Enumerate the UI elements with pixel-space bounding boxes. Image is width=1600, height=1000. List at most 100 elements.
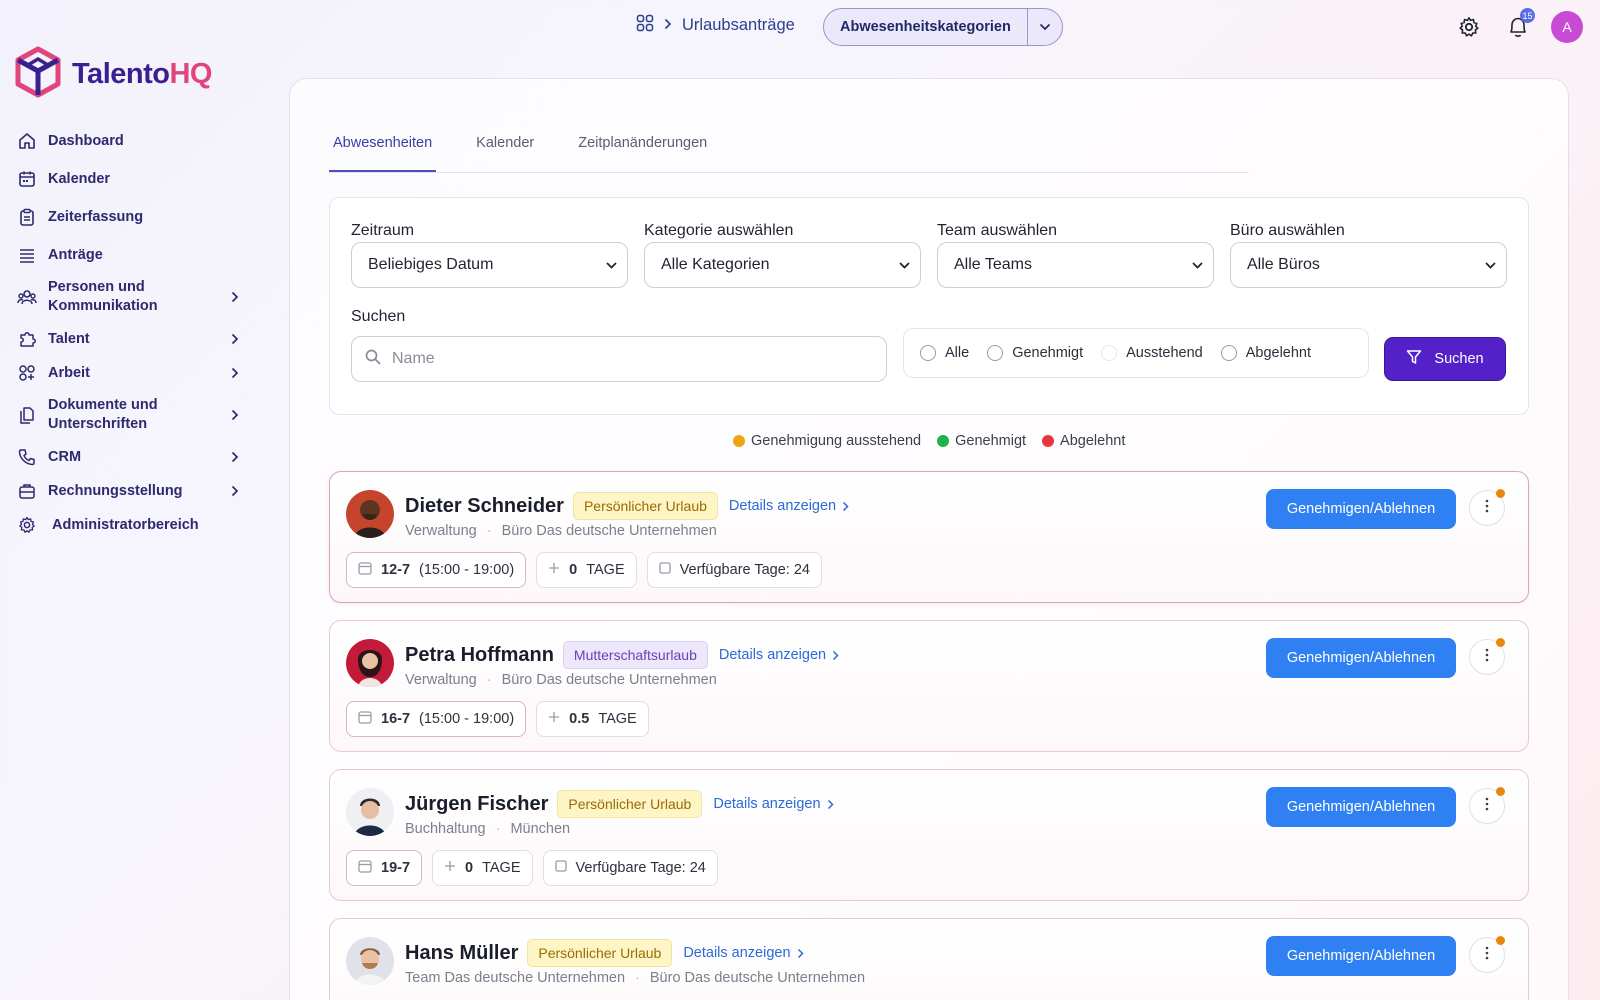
details-link-label: Details anzeigen — [713, 796, 821, 812]
radio-circle[interactable] — [920, 345, 936, 361]
sidebar-item-antraege[interactable]: Anträge — [16, 244, 244, 266]
breadcrumb-current[interactable]: Urlaubsanträge — [682, 16, 795, 35]
request-chips: 16-7 (15:00 - 19:00) 0.5 TAGE — [346, 701, 649, 737]
approve-reject-button[interactable]: Genehmigen/Ablehnen — [1266, 638, 1456, 678]
office-value: Alle Büros — [1247, 256, 1320, 273]
radio-abgelehnt[interactable]: Abgelehnt — [1215, 333, 1317, 373]
request-meta: Verwaltung · Büro Das deutsche Unternehmen — [405, 523, 717, 539]
request-header: Hans Müller Persönlicher Urlaub Details … — [405, 939, 804, 967]
kebab-menu-icon — [1485, 499, 1489, 518]
legend-label: Genehmigt — [955, 433, 1027, 449]
office: München — [510, 821, 571, 837]
absence-type-badge: Mutterschaftsurlaub — [562, 641, 708, 669]
sidebar-item-label: Talent — [48, 330, 90, 347]
breadcrumb: Urlaubsanträge — [636, 14, 795, 37]
time-value: (15:00 - 19:00) — [419, 562, 515, 578]
pending-status-dot — [1496, 936, 1505, 945]
department: Team Das deutsche Unternehmen — [405, 970, 626, 986]
office-select[interactable]: Alle Büros — [1230, 242, 1507, 288]
details-link[interactable]: Details anzeigen — [719, 647, 839, 663]
more-options-button[interactable] — [1469, 787, 1505, 824]
radio-label: Ausstehend — [1126, 345, 1203, 361]
available-days-chip: Verfügbare Tage: 24 — [646, 552, 822, 588]
available-days: Verfügbare Tage: 24 — [575, 860, 706, 876]
search-field[interactable] — [351, 336, 887, 382]
department: Verwaltung — [405, 523, 477, 539]
phone-icon — [16, 446, 38, 468]
avatar — [346, 788, 394, 836]
available-days-chip: Verfügbare Tage: 24 — [542, 850, 718, 886]
days-value: 0 — [569, 562, 578, 578]
absence-type-badge: Persönlicher Urlaub — [527, 939, 673, 967]
sidebar-item-zeiterfassung[interactable]: Zeiterfassung — [16, 206, 244, 228]
puzzle-icon — [16, 328, 38, 350]
more-options-button[interactable] — [1469, 936, 1505, 973]
legend-label: Genehmigung ausstehend — [751, 433, 922, 449]
sidebar-item-dokumente[interactable]: Dokumente und Unterschriften — [16, 396, 244, 434]
settings-icon[interactable] — [1454, 12, 1484, 42]
apps-grid-icon[interactable] — [636, 14, 654, 37]
radio-circle[interactable] — [1220, 345, 1237, 361]
pending-status-dot — [1496, 787, 1505, 796]
chevron-down-icon — [899, 256, 910, 274]
team-select[interactable]: Alle Teams — [937, 242, 1214, 288]
notification-badge: 15 — [1520, 8, 1535, 23]
date-chip: 16-7 (15:00 - 19:00) — [346, 701, 527, 737]
kebab-menu-icon — [1485, 946, 1489, 965]
documents-icon — [16, 404, 38, 426]
details-link[interactable]: Details anzeigen — [729, 498, 849, 514]
list-icon — [16, 244, 38, 266]
sidebar-item-label: CRM — [48, 448, 82, 465]
avatar — [346, 490, 394, 538]
home-icon — [16, 130, 38, 152]
approve-reject-button[interactable]: Genehmigen/Ablehnen — [1266, 489, 1456, 529]
legend-dot — [1042, 435, 1055, 447]
details-link-label: Details anzeigen — [683, 945, 791, 961]
category-select[interactable]: Alle Kategorien — [644, 242, 921, 288]
sidebar-item-crm[interactable]: CRM — [16, 446, 244, 468]
search-button[interactable]: Suchen — [1384, 337, 1506, 381]
user-avatar[interactable]: A — [1551, 11, 1583, 43]
days-chip: 0 TAGE — [432, 850, 533, 886]
date-value: 19-7 — [381, 860, 411, 876]
radio-circle[interactable] — [987, 345, 1004, 361]
sidebar-item-label: Rechnungsstellung — [48, 482, 183, 499]
days-unit: TAGE — [482, 860, 521, 876]
sidebar-item-rechnungsstellung[interactable]: Rechnungsstellung — [16, 480, 244, 502]
sidebar-item-administratorbereich[interactable]: Administratorbereich — [16, 514, 244, 536]
filter-icon — [1406, 349, 1422, 369]
sidebar-item-arbeit[interactable]: Arbeit — [16, 362, 244, 384]
sidebar-item-personen[interactable]: Personen und Kommunikation — [16, 278, 244, 316]
chevron-down-icon[interactable] — [1028, 23, 1062, 31]
absence-categories-button[interactable]: Abwesenheitskategorien — [823, 8, 1063, 46]
sidebar-item-dashboard[interactable]: Dashboard — [16, 130, 244, 152]
sidebar-item-label: Arbeit — [48, 364, 90, 381]
sidebar-item-label: Dashboard — [48, 132, 124, 149]
chevron-right-icon — [226, 367, 244, 379]
office: Büro Das deutsche Unternehmen — [649, 970, 866, 986]
radio-genehmigt[interactable]: Genehmigt — [981, 333, 1089, 373]
absence-categories-label[interactable]: Abwesenheitskategorien — [824, 9, 1028, 45]
more-options-button[interactable] — [1469, 489, 1505, 526]
radio-circle[interactable] — [1101, 345, 1118, 361]
details-link-label: Details anzeigen — [718, 647, 827, 663]
absence-type-badge: Persönlicher Urlaub — [557, 790, 703, 818]
sidebar-item-talent[interactable]: Talent — [16, 328, 244, 350]
period-value: Beliebiges Datum — [368, 256, 494, 273]
tab-kalender[interactable]: Kalender — [472, 129, 538, 172]
tab-abwesenheiten[interactable]: Abwesenheiten — [329, 129, 437, 172]
radio-alle[interactable]: Alle — [914, 333, 975, 373]
approve-reject-button[interactable]: Genehmigen/Ablehnen — [1266, 936, 1456, 976]
search-input[interactable] — [392, 350, 852, 368]
calendar-icon — [358, 859, 372, 877]
sidebar-item-kalender[interactable]: Kalender — [16, 168, 244, 190]
details-link[interactable]: Details anzeigen — [713, 796, 834, 812]
category-value: Alle Kategorien — [661, 256, 770, 273]
details-link[interactable]: Details anzeigen — [683, 945, 804, 961]
tab-zeitplanaenderungen[interactable]: Zeitplanänderungen — [574, 129, 711, 172]
notification-bell-icon[interactable]: 15 — [1503, 8, 1535, 42]
approve-reject-button[interactable]: Genehmigen/Ablehnen — [1266, 787, 1456, 827]
radio-ausstehend[interactable]: Ausstehend — [1095, 333, 1209, 373]
period-select[interactable]: Beliebiges Datum — [351, 242, 628, 288]
more-options-button[interactable] — [1469, 638, 1505, 675]
